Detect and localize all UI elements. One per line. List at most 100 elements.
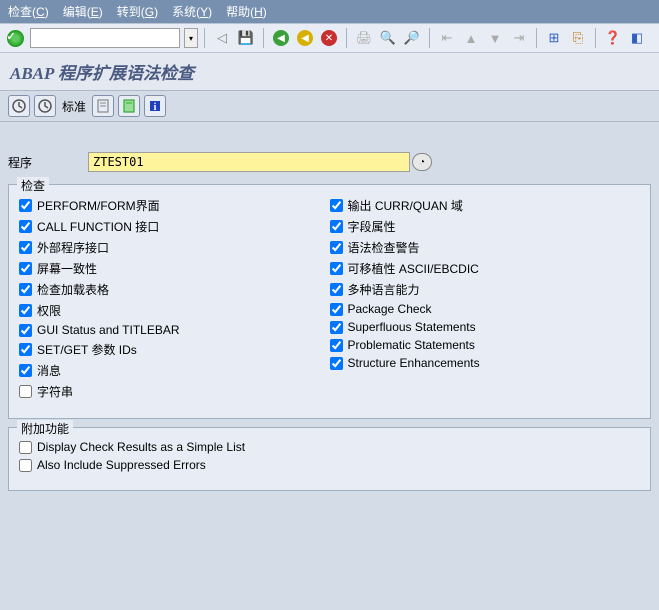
separator [429, 28, 430, 48]
content-area: 程序 ◔ 检查 PERFORM/FORM界面CALL FUNCTION 接口外部… [0, 122, 659, 507]
check-right-2-checkbox[interactable] [330, 241, 343, 254]
check-left-1: CALL FUNCTION 接口 [19, 218, 330, 235]
check-left-8-checkbox[interactable] [19, 364, 32, 377]
extra-0-checkbox[interactable] [19, 441, 32, 454]
last-page-icon[interactable]: ⇥ [508, 27, 530, 49]
search-help-icon[interactable]: ◔ [412, 153, 432, 171]
menu-goto[interactable]: 转到(G) [117, 3, 158, 20]
menu-edit[interactable]: 编辑(E) [63, 3, 103, 20]
back-icon[interactable]: ◁ [211, 27, 233, 49]
new-session-icon[interactable]: ⊞ [543, 27, 565, 49]
cancel-button[interactable]: ✕ [318, 27, 340, 49]
check-right-2: 语法检查警告 [330, 239, 641, 256]
check-right-4-label: 多种语言能力 [348, 281, 420, 298]
check-left-4: 检查加载表格 [19, 281, 330, 298]
check-left-3-checkbox[interactable] [19, 262, 32, 275]
check-left-6-label: GUI Status and TITLEBAR [37, 323, 180, 337]
check-column-left: PERFORM/FORM界面 CALL FUNCTION 接口外部程序接口屏幕一致… [19, 193, 330, 404]
separator [263, 28, 264, 48]
check-right-4: 多种语言能力 [330, 281, 641, 298]
check-right-0-label: 输出 CURR/QUAN 域 [348, 197, 463, 214]
check-left-9-checkbox[interactable] [19, 385, 32, 398]
prev-page-icon[interactable]: ▲ [460, 27, 482, 49]
variant-save-icon[interactable] [118, 95, 140, 117]
separator [346, 28, 347, 48]
check-right-7-checkbox[interactable] [330, 339, 343, 352]
check-right-3-checkbox[interactable] [330, 262, 343, 275]
check-left-3-label: 屏幕一致性 [37, 260, 97, 277]
enter-button[interactable]: ✓ [4, 27, 26, 49]
check-left-2: 外部程序接口 [19, 239, 330, 256]
check-left-7-checkbox[interactable] [19, 343, 32, 356]
command-dropdown[interactable]: ▾ [184, 28, 198, 48]
separator [204, 28, 205, 48]
extra-1-checkbox[interactable] [19, 459, 32, 472]
check-right-3: 可移植性 ASCII/EBCDIC [330, 260, 641, 277]
check-right-5: Package Check [330, 302, 641, 316]
check-left-0-checkbox[interactable] [19, 199, 32, 212]
execute-icon[interactable] [8, 95, 30, 117]
check-right-8: Structure Enhancements [330, 356, 641, 370]
menu-system[interactable]: 系统(Y) [172, 3, 212, 20]
execute-background-icon[interactable] [34, 95, 56, 117]
extra-group: 附加功能 Display Check Results as a Simple L… [8, 427, 651, 491]
separator [595, 28, 596, 48]
check-right-6-label: Superfluous Statements [348, 320, 476, 334]
shortcut-icon[interactable]: ⎘ [567, 27, 589, 49]
standard-label: 标准 [62, 98, 86, 115]
check-left-2-checkbox[interactable] [19, 241, 32, 254]
check-group: 检查 PERFORM/FORM界面CALL FUNCTION 接口外部程序接口屏… [8, 184, 651, 419]
save-icon[interactable]: 💾 [235, 27, 257, 49]
check-left-1-label: CALL FUNCTION 接口 [37, 218, 159, 235]
menu-check[interactable]: 检查(C) [8, 3, 49, 20]
check-left-7: SET/GET 参数 IDs [19, 341, 330, 358]
check-right-8-checkbox[interactable] [330, 357, 343, 370]
main-toolbar: ✓ ▾ ◁ 💾 ◀ ◀ ✕ 🖨 🔍 🔎 ⇤ ▲ ▼ ⇥ ⊞ ⎘ ❓ ◧ [0, 23, 659, 53]
check-left-9-label: 字符串 [37, 383, 73, 400]
check-right-4-checkbox[interactable] [330, 283, 343, 296]
check-left-4-checkbox[interactable] [19, 283, 32, 296]
exit-button[interactable]: ◀ [294, 27, 316, 49]
check-right-0-checkbox[interactable] [330, 199, 343, 212]
find-icon[interactable]: 🔍 [377, 27, 399, 49]
check-right-3-label: 可移植性 ASCII/EBCDIC [348, 260, 479, 277]
back-button[interactable]: ◀ [270, 27, 292, 49]
check-group-title: 检查 [17, 177, 49, 194]
check-right-5-checkbox[interactable] [330, 303, 343, 316]
check-left-5-checkbox[interactable] [19, 304, 32, 317]
info-icon[interactable]: i [144, 95, 166, 117]
check-right-8-label: Structure Enhancements [348, 356, 480, 370]
check-left-4-label: 检查加载表格 [37, 281, 109, 298]
print-icon[interactable]: 🖨 [353, 27, 375, 49]
program-input[interactable] [88, 152, 410, 172]
find-next-icon[interactable]: 🔎 [401, 27, 423, 49]
check-right-2-label: 语法检查警告 [348, 239, 420, 256]
menu-help[interactable]: 帮助(H) [226, 3, 267, 20]
app-toolbar: 标准 i [0, 91, 659, 122]
check-left-9: 字符串 [19, 383, 330, 400]
extra-1: Also Include Suppressed Errors [19, 458, 640, 472]
check-right-6: Superfluous Statements [330, 320, 641, 334]
layout-icon[interactable]: ◧ [626, 27, 648, 49]
check-left-0: PERFORM/FORM界面 [19, 197, 330, 214]
check-right-0: 输出 CURR/QUAN 域 [330, 197, 641, 214]
svg-text:i: i [154, 102, 157, 113]
next-page-icon[interactable]: ▼ [484, 27, 506, 49]
check-left-2-label: 外部程序接口 [37, 239, 109, 256]
first-page-icon[interactable]: ⇤ [436, 27, 458, 49]
check-right-6-checkbox[interactable] [330, 321, 343, 334]
help-icon[interactable]: ❓ [602, 27, 624, 49]
check-right-1-checkbox[interactable] [330, 220, 343, 233]
separator [536, 28, 537, 48]
check-left-6-checkbox[interactable] [19, 324, 32, 337]
check-column-right: 输出 CURR/QUAN 域字段属性语法检查警告可移植性 ASCII/EBCDI… [330, 193, 641, 404]
check-right-7: Problematic Statements [330, 338, 641, 352]
variant-icon[interactable] [92, 95, 114, 117]
check-right-1-label: 字段属性 [348, 218, 396, 235]
check-left-7-label: SET/GET 参数 IDs [37, 341, 137, 358]
extra-1-label: Also Include Suppressed Errors [37, 458, 206, 472]
command-field[interactable] [30, 28, 180, 48]
check-left-1-checkbox[interactable] [19, 220, 32, 233]
check-right-7-label: Problematic Statements [348, 338, 475, 352]
check-right-5-label: Package Check [348, 302, 432, 316]
